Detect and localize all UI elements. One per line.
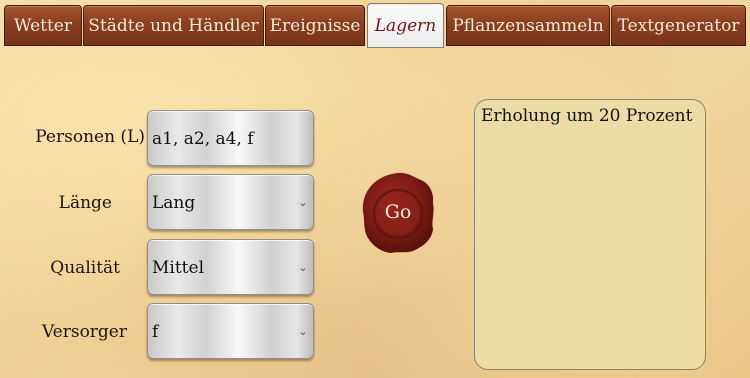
tab-bar: Wetter Städte und Händler Ereignisse Lag… <box>0 0 750 48</box>
output-panel: Erholung um 20 Prozent <box>474 99 706 370</box>
versorger-select-value: f <box>152 322 159 342</box>
versorger-select[interactable]: f ⌄ <box>147 303 314 359</box>
go-button[interactable]: Go <box>361 171 435 255</box>
tab-ereignisse[interactable]: Ereignisse <box>265 5 365 46</box>
qualitaet-select-value: Mittel <box>152 258 205 278</box>
output-text: Erholung um 20 Prozent <box>481 106 693 126</box>
laenge-select-value: Lang <box>152 193 196 213</box>
personen-label: Personen (L) <box>35 127 145 147</box>
go-button-label: Go <box>384 201 412 223</box>
qualitaet-select[interactable]: Mittel ⌄ <box>147 239 314 295</box>
tab-wetter[interactable]: Wetter <box>4 5 82 46</box>
laenge-select[interactable]: Lang ⌄ <box>147 174 314 230</box>
chevron-down-icon: ⌄ <box>298 261 308 274</box>
qualitaet-label: Qualität <box>50 258 120 278</box>
personen-field-wrapper <box>147 110 314 166</box>
tab-lagern[interactable]: Lagern <box>367 3 444 48</box>
laenge-label: Länge <box>58 193 112 213</box>
tab-staedte-und-haendler[interactable]: Städte und Händler <box>83 5 264 46</box>
personen-input[interactable] <box>152 112 302 166</box>
tab-pflanzensammeln[interactable]: Pflanzensammeln <box>446 5 610 46</box>
tab-textgenerator[interactable]: Textgenerator <box>611 5 746 46</box>
chevron-down-icon: ⌄ <box>298 196 308 209</box>
versorger-label: Versorger <box>41 322 127 342</box>
chevron-down-icon: ⌄ <box>298 325 308 338</box>
